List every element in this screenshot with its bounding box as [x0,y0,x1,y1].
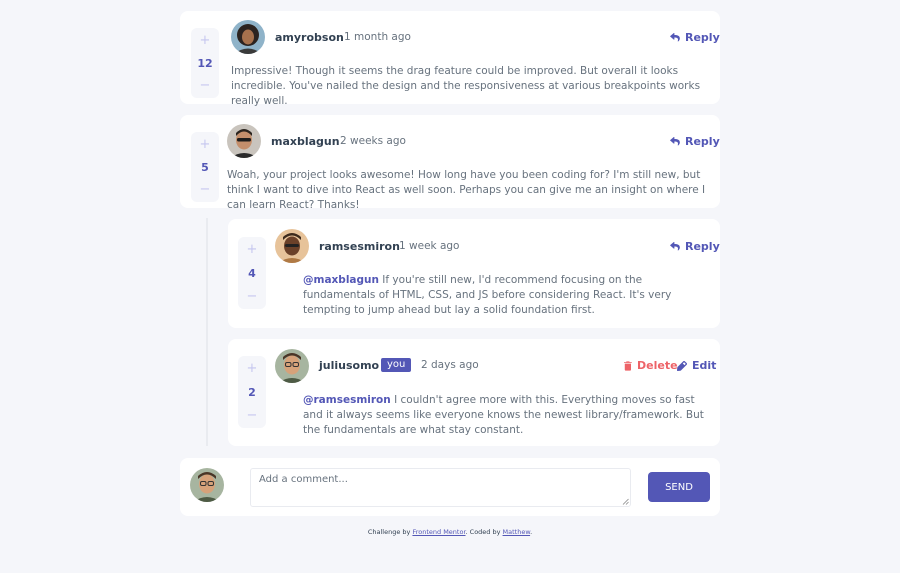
edit-label: Edit [692,359,717,372]
reply-card: + 4 − ramsesmiron 1 week ago Reply @maxb… [228,219,720,328]
you-badge: you [381,358,412,372]
downvote-button[interactable]: − [247,409,258,422]
vote-score: 2 [248,385,256,399]
comment-text: Impressive! Though it seems the drag fea… [231,65,701,107]
reply-button[interactable]: Reply [670,240,720,253]
avatar [275,349,309,383]
delete-button[interactable]: Delete [624,359,678,372]
frontend-mentor-link[interactable]: Frontend Mentor [412,528,465,536]
reply-icon [670,33,680,42]
trash-icon [624,360,632,371]
reply-label: Reply [685,31,720,44]
current-user-avatar [190,468,224,502]
reply-icon [670,137,680,146]
vote-score: 5 [201,160,209,174]
downvote-button[interactable]: − [200,79,211,92]
upvote-button[interactable]: + [200,138,211,151]
reply-thread-line [206,218,208,446]
reply-button[interactable]: Reply [670,135,720,148]
vote-score: 4 [248,266,256,280]
comment-timestamp: 2 days ago [421,359,479,371]
reply-icon [670,242,680,251]
vote-control: + 5 − [191,132,219,202]
comment-text: @ramsesmiron I couldn't agree more with … [303,393,713,438]
delete-label: Delete [637,359,678,372]
reply-label: Reply [685,240,720,253]
comment-timestamp: 1 month ago [344,31,411,43]
vote-control: + 4 − [238,237,266,309]
comment-input[interactable] [250,468,631,507]
attribution-prefix: Challenge by [367,528,413,536]
comment-card: + 5 − maxblagun 2 weeks ago Reply Woah, … [180,115,720,211]
avatar [275,229,309,263]
user-mention[interactable]: @ramsesmiron [303,394,391,406]
send-button[interactable]: SEND [648,472,710,502]
comment-text: Woah, your project looks awesome! How lo… [227,169,706,211]
comment-username[interactable]: amyrobson [275,31,344,44]
attribution-suffix: . [530,528,533,536]
reply-button[interactable]: Reply [670,31,720,44]
vote-score: 12 [197,56,213,70]
vote-control: + 2 − [238,356,266,428]
avatar [227,124,261,158]
comment-timestamp: 2 weeks ago [340,135,406,147]
attribution-middle: . Coded by [465,528,503,536]
author-link[interactable]: Matthew [503,528,531,536]
avatar [231,20,265,54]
comment-username[interactable]: maxblagun [271,135,340,148]
comment-timestamp: 1 week ago [399,240,460,252]
upvote-button[interactable]: + [247,243,258,256]
edit-button[interactable]: Edit [677,359,716,372]
vote-control: + 12 − [191,28,219,98]
user-mention[interactable]: @maxblagun [303,274,379,286]
comment-card: + 12 − amyrobson 1 month ago Reply Impre… [180,11,720,107]
downvote-button[interactable]: − [247,290,258,303]
attribution-footer: Challenge by Frontend Mentor. Coded by M… [0,528,900,536]
upvote-button[interactable]: + [247,362,258,375]
comment-username[interactable]: ramsesmiron [319,240,400,253]
comment-username[interactable]: juliusomo [319,359,379,372]
resize-grip-icon[interactable] [622,498,629,505]
reply-label: Reply [685,135,720,148]
downvote-button[interactable]: − [200,183,211,196]
pencil-icon [677,360,687,371]
comment-text: @maxblagun If you're still new, I'd reco… [303,273,711,318]
reply-card: + 2 − juliusomo you 2 days ago Delete Ed… [228,339,720,446]
upvote-button[interactable]: + [200,34,211,47]
